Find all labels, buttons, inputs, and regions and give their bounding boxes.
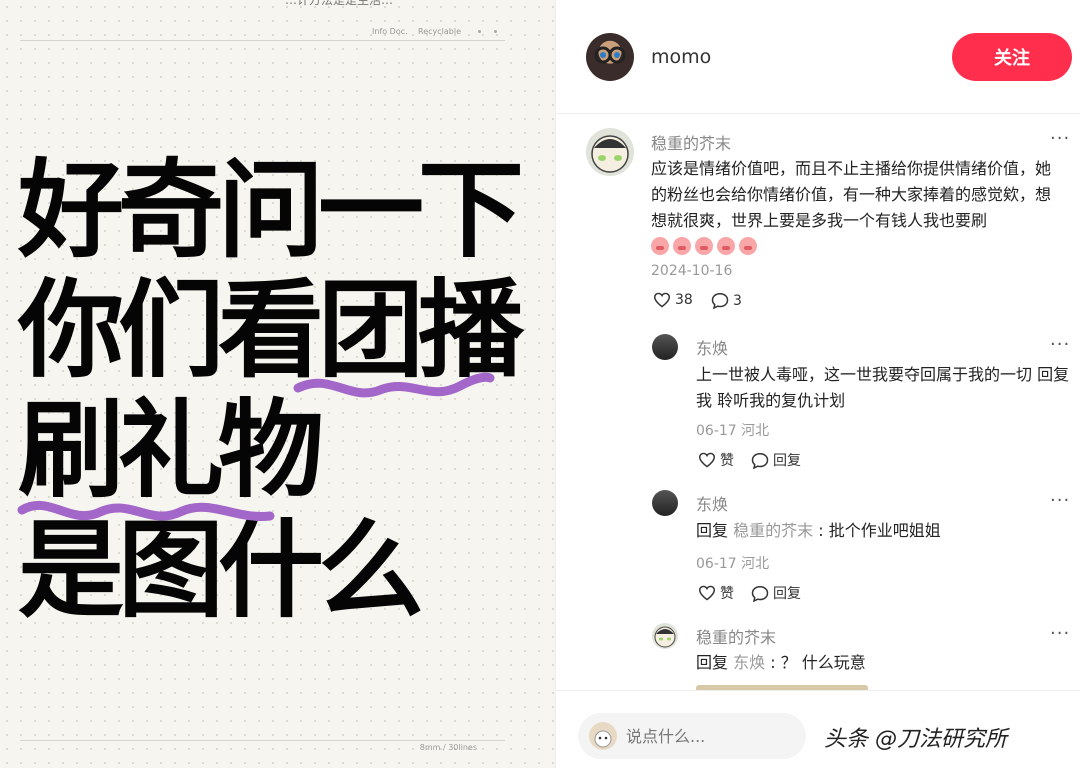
reply-to-user[interactable]: 稳重的芥末	[733, 521, 813, 540]
reply-avatar[interactable]	[652, 623, 678, 649]
reply-like-button[interactable]: 赞	[698, 450, 734, 470]
squiggle-under-shualiwu	[17, 500, 275, 521]
comment-text-body: 应该是情绪价值吧，而且不止主播给你提供情绪价值，她的粉丝也会给你情绪价值，有一种…	[651, 159, 1052, 230]
reply-meta: 06-17 河北	[696, 423, 770, 439]
follow-button[interactable]: 关注	[952, 33, 1072, 81]
reply-prefix: 回复	[696, 521, 729, 540]
comment-like-button[interactable]: 38	[653, 292, 693, 308]
cartoon-face-icon	[654, 626, 676, 648]
post-header: momo 关注	[556, 0, 1080, 114]
reply-like-button[interactable]: 赞	[698, 583, 734, 603]
reply-label: 回复	[773, 453, 801, 469]
pig-emoji-icon	[673, 237, 691, 255]
reply-reply-button[interactable]: 回复	[751, 450, 801, 470]
reply-avatar[interactable]	[652, 490, 678, 516]
heart-icon	[653, 292, 671, 308]
pig-emoji-icon	[651, 237, 669, 255]
user-avatar-icon	[589, 722, 617, 750]
pig-emoji-icon	[717, 237, 735, 255]
reply-label: 回复	[773, 586, 801, 602]
like-label: 赞	[720, 586, 734, 602]
reply-meta: 06-17 河北	[696, 556, 770, 572]
comment-bubble-icon	[751, 452, 769, 469]
note-underline-squiggles	[17, 372, 495, 521]
pig-emoji-icon	[739, 237, 757, 255]
reply-text: 上一世被人毒哑，这一世我要夺回属于我的一切 回复我 聆听我的复仇计划	[696, 365, 1070, 410]
reply-avatar[interactable]	[652, 334, 678, 360]
squiggle-under-tuanbo	[293, 372, 495, 398]
reply-reply-button[interactable]: 回复	[751, 583, 801, 603]
comment-date: 2024-10-16	[651, 263, 733, 279]
note-bottom-rule	[20, 740, 505, 741]
comment-bubble-icon	[711, 292, 729, 309]
comment-bubble-icon	[751, 585, 769, 602]
comment-input[interactable]	[624, 723, 798, 749]
heart-icon	[698, 452, 716, 468]
reply-body: : 批个作业吧姐姐	[818, 521, 941, 540]
like-label: 赞	[720, 453, 734, 469]
comment-text: 应该是情绪价值吧，而且不止主播给你提供情绪价值，她的粉丝也会给你情绪价值，有一种…	[651, 156, 1066, 260]
heart-icon	[698, 585, 716, 601]
comment-more-button[interactable]: ···	[1050, 128, 1070, 149]
cartoon-face-icon	[591, 135, 629, 173]
comments-panel: momo 关注 稳重的芥末 ··· 应该是情绪价值吧，而且不止主播给你提供情绪价…	[555, 0, 1080, 769]
reply-author[interactable]: 东焕	[696, 491, 728, 515]
avatar-glasses-icon	[594, 46, 626, 64]
note-image: …计方法是是生活… Info Doc. Recyclable 好奇问一下 你们看…	[0, 0, 555, 768]
reply-more-button[interactable]: ···	[1050, 490, 1070, 511]
pig-emoji-icon	[695, 237, 713, 255]
author-avatar[interactable]	[586, 33, 634, 81]
author-username[interactable]: momo	[651, 46, 711, 68]
emoji-row	[651, 237, 761, 256]
comment-input-wrapper[interactable]	[578, 713, 806, 759]
reply-author[interactable]: 稳重的芥末	[696, 624, 776, 648]
like-count: 38	[675, 292, 693, 308]
reply-prefix: 回复	[696, 653, 729, 672]
reply-body: : ？ 什么玩意	[770, 653, 866, 672]
reply-author[interactable]: 东焕	[696, 335, 728, 359]
reply-text: 回复 稳重的芥末 : 批个作业吧姐姐	[696, 518, 1071, 544]
reply-text: 回复 东焕 : ？ 什么玩意	[696, 650, 1071, 676]
reply-to-user[interactable]: 东焕	[733, 653, 765, 672]
comment-reply-button[interactable]: 3	[711, 292, 742, 309]
reply-count: 3	[733, 292, 742, 309]
commenter-avatar[interactable]	[586, 128, 634, 176]
reply-more-button[interactable]: ···	[1050, 623, 1070, 644]
comment-composer-bar: 头条 @刀法研究所	[556, 690, 1080, 769]
comment-author[interactable]: 稳重的芥末	[651, 130, 731, 154]
reply-more-button[interactable]: ···	[1050, 334, 1070, 355]
note-footer: 8mm / 30lines	[419, 743, 477, 752]
source-watermark: 头条 @刀法研究所	[824, 727, 1007, 752]
